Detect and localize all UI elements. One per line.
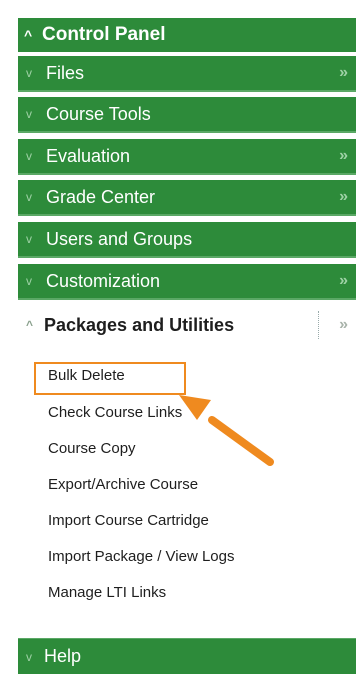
chevron-down-icon: v	[26, 190, 32, 204]
subitem-import-course-cartridge[interactable]: Import Course Cartridge	[48, 509, 209, 531]
chevron-down-icon: v	[26, 274, 32, 288]
chevron-up-icon: ^	[26, 318, 34, 332]
subitem-export-archive-course[interactable]: Export/Archive Course	[48, 473, 198, 495]
chevron-down-icon: v	[26, 107, 32, 121]
menu-item-course-tools[interactable]: v Course Tools	[18, 97, 356, 133]
menu-item-label: Evaluation	[46, 145, 131, 166]
menu-item-customization[interactable]: v Customization »	[18, 264, 356, 300]
menu-item-label: Customization	[46, 270, 161, 291]
menu-item-grade-center[interactable]: v Grade Center »	[18, 180, 356, 216]
control-panel: ^ Control Panel v Files » v Course Tools…	[18, 18, 356, 680]
menu-item-help[interactable]: v Help	[18, 638, 356, 674]
subitem-import-package-view-logs[interactable]: Import Package / View Logs	[48, 545, 235, 567]
menu-item-label: Help	[44, 646, 82, 666]
menu-item-packages-and-utilities[interactable]: ^ Packages and Utilities »	[18, 306, 356, 344]
subitem-check-course-links[interactable]: Check Course Links	[48, 401, 182, 423]
control-panel-title: Control Panel	[42, 24, 166, 45]
control-panel-header[interactable]: ^ Control Panel	[18, 18, 356, 52]
double-chevron-right-icon[interactable]: »	[339, 147, 348, 165]
menu-item-evaluation[interactable]: v Evaluation »	[18, 139, 356, 175]
subitem-manage-lti-links[interactable]: Manage LTI Links	[48, 581, 166, 603]
double-chevron-right-icon[interactable]: »	[339, 64, 348, 82]
chevron-down-icon: v	[26, 232, 32, 246]
subitem-bulk-delete[interactable]: Bulk Delete	[48, 364, 125, 386]
chevron-down-icon: v	[26, 149, 32, 163]
menu-item-label: Packages and Utilities	[44, 314, 235, 335]
menu-divider	[318, 311, 319, 339]
menu-item-label: Users and Groups	[46, 228, 193, 249]
chevron-up-icon: ^	[24, 27, 33, 43]
double-chevron-right-icon[interactable]: »	[339, 272, 348, 290]
subitem-course-copy[interactable]: Course Copy	[48, 437, 136, 459]
menu-item-label: Course Tools	[46, 103, 151, 124]
double-chevron-right-icon[interactable]: »	[339, 316, 348, 334]
menu-item-label: Files	[46, 62, 85, 83]
chevron-down-icon: v	[26, 66, 32, 80]
menu-item-users-and-groups[interactable]: v Users and Groups	[18, 222, 356, 258]
menu-item-label: Grade Center	[46, 186, 156, 207]
double-chevron-right-icon[interactable]: »	[339, 188, 348, 206]
menu-item-files[interactable]: v Files »	[18, 56, 356, 92]
chevron-down-icon: v	[26, 649, 32, 664]
